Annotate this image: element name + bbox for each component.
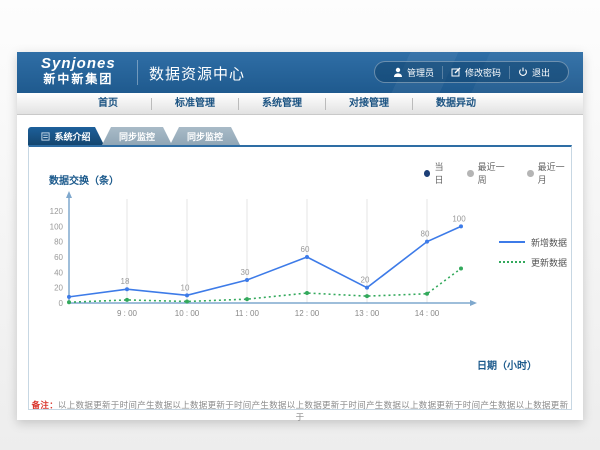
svg-text:14 : 00: 14 : 00 bbox=[415, 309, 440, 318]
svg-text:10: 10 bbox=[181, 283, 190, 292]
period-option-today[interactable]: 当日 bbox=[424, 160, 451, 186]
edit-icon bbox=[451, 67, 461, 77]
brand-logo: Synjones 新中新集团 bbox=[41, 55, 116, 86]
period-label: 最近一周 bbox=[478, 160, 511, 186]
legend-label: 新增数据 bbox=[531, 236, 567, 249]
app-title: 数据资源中心 bbox=[149, 63, 245, 84]
line-chart: 0 20 40 60 80 100 120 9 : 00 10 : 00 11 : 00 12 : … bbox=[41, 187, 491, 347]
svg-text:60: 60 bbox=[301, 245, 310, 254]
brand-logo-cn: 新中新集团 bbox=[41, 72, 116, 86]
svg-text:13 : 00: 13 : 00 bbox=[355, 309, 380, 318]
footnote-label: 备注： bbox=[32, 400, 58, 410]
content-panel: 当日 最近一周 最近一月 数据交换（条） 0 20 40 60 80 100 120 9 : … bbox=[28, 145, 572, 410]
svg-text:80: 80 bbox=[54, 238, 63, 247]
svg-text:9 : 00: 9 : 00 bbox=[117, 309, 138, 318]
x-axis-title: 日期（小时） bbox=[477, 357, 537, 372]
page-background: Synjones 新中新集团 数据资源中心 管理员 修改密码 bbox=[0, 0, 600, 450]
svg-text:20: 20 bbox=[54, 284, 63, 293]
svg-text:100: 100 bbox=[452, 214, 466, 223]
y-axis-title: 数据交换（条） bbox=[49, 172, 119, 187]
current-user-button[interactable]: 管理员 bbox=[385, 66, 442, 79]
svg-text:10 : 00: 10 : 00 bbox=[175, 309, 200, 318]
tab-label: 同步监控 bbox=[187, 130, 223, 143]
period-option-last-week[interactable]: 最近一周 bbox=[467, 160, 511, 186]
radio-selected-icon bbox=[424, 170, 430, 177]
document-icon bbox=[41, 132, 50, 141]
nav-item-system-mgmt[interactable]: 系统管理 bbox=[239, 93, 325, 114]
period-label: 当日 bbox=[434, 160, 451, 186]
footnote: 备注：以上数据更新于时间产生数据以上数据更新于时间产生数据以上数据更新于时间产生… bbox=[29, 399, 571, 423]
user-icon bbox=[393, 67, 403, 77]
tab-label: 同步监控 bbox=[119, 130, 155, 143]
svg-text:20: 20 bbox=[361, 276, 370, 285]
svg-text:30: 30 bbox=[241, 268, 250, 277]
period-filter: 当日 最近一周 最近一月 bbox=[424, 160, 571, 186]
nav-item-data-change[interactable]: 数据异动 bbox=[413, 93, 499, 114]
svg-text:40: 40 bbox=[54, 268, 63, 277]
nav-item-home[interactable]: 首页 bbox=[65, 93, 151, 114]
header-divider bbox=[137, 60, 138, 85]
footnote-text: 以上数据更新于时间产生数据以上数据更新于时间产生数据以上数据更新于时间产生数据以… bbox=[58, 400, 568, 422]
period-label: 最近一月 bbox=[538, 160, 571, 186]
legend-line-dotted-icon bbox=[499, 261, 525, 263]
logout-label: 退出 bbox=[532, 66, 550, 79]
user-toolbar: 管理员 修改密码 退出 bbox=[374, 61, 569, 83]
change-password-label: 修改密码 bbox=[465, 66, 501, 79]
period-option-last-month[interactable]: 最近一月 bbox=[527, 160, 571, 186]
change-password-button[interactable]: 修改密码 bbox=[442, 66, 509, 79]
svg-text:120: 120 bbox=[50, 207, 64, 216]
radio-unselected-icon bbox=[527, 170, 534, 177]
chart-legend: 新增数据 更新数据 bbox=[499, 232, 567, 272]
main-nav: 首页 标准管理 系统管理 对接管理 数据异动 bbox=[17, 93, 583, 115]
header: Synjones 新中新集团 数据资源中心 管理员 修改密码 bbox=[17, 52, 583, 93]
nav-item-standard-mgmt[interactable]: 标准管理 bbox=[152, 93, 238, 114]
svg-text:11 : 00: 11 : 00 bbox=[235, 309, 259, 318]
svg-text:12 : 00: 12 : 00 bbox=[295, 309, 320, 318]
svg-text:60: 60 bbox=[54, 253, 63, 262]
app-window: Synjones 新中新集团 数据资源中心 管理员 修改密码 bbox=[17, 52, 583, 420]
svg-text:18: 18 bbox=[121, 277, 130, 286]
power-icon bbox=[518, 67, 528, 77]
svg-text:80: 80 bbox=[421, 230, 430, 239]
nav-item-interface-mgmt[interactable]: 对接管理 bbox=[326, 93, 412, 114]
radio-unselected-icon bbox=[467, 170, 474, 177]
svg-text:100: 100 bbox=[50, 222, 64, 231]
logout-button[interactable]: 退出 bbox=[509, 66, 558, 79]
tab-sync-monitor-1[interactable]: 同步监控 bbox=[102, 127, 172, 145]
svg-text:0: 0 bbox=[59, 299, 64, 308]
tab-system-intro[interactable]: 系统介绍 bbox=[28, 127, 104, 145]
tab-sync-monitor-2[interactable]: 同步监控 bbox=[170, 127, 240, 145]
tab-label: 系统介绍 bbox=[54, 130, 90, 143]
legend-item-new-data: 新增数据 bbox=[499, 232, 567, 252]
tab-bar: 系统介绍 同步监控 同步监控 bbox=[28, 127, 240, 145]
legend-item-updated-data: 更新数据 bbox=[499, 252, 567, 272]
legend-line-solid-icon bbox=[499, 241, 525, 243]
brand-logo-en: Synjones bbox=[41, 55, 116, 72]
legend-label: 更新数据 bbox=[531, 256, 567, 269]
current-user-label: 管理员 bbox=[407, 66, 434, 79]
